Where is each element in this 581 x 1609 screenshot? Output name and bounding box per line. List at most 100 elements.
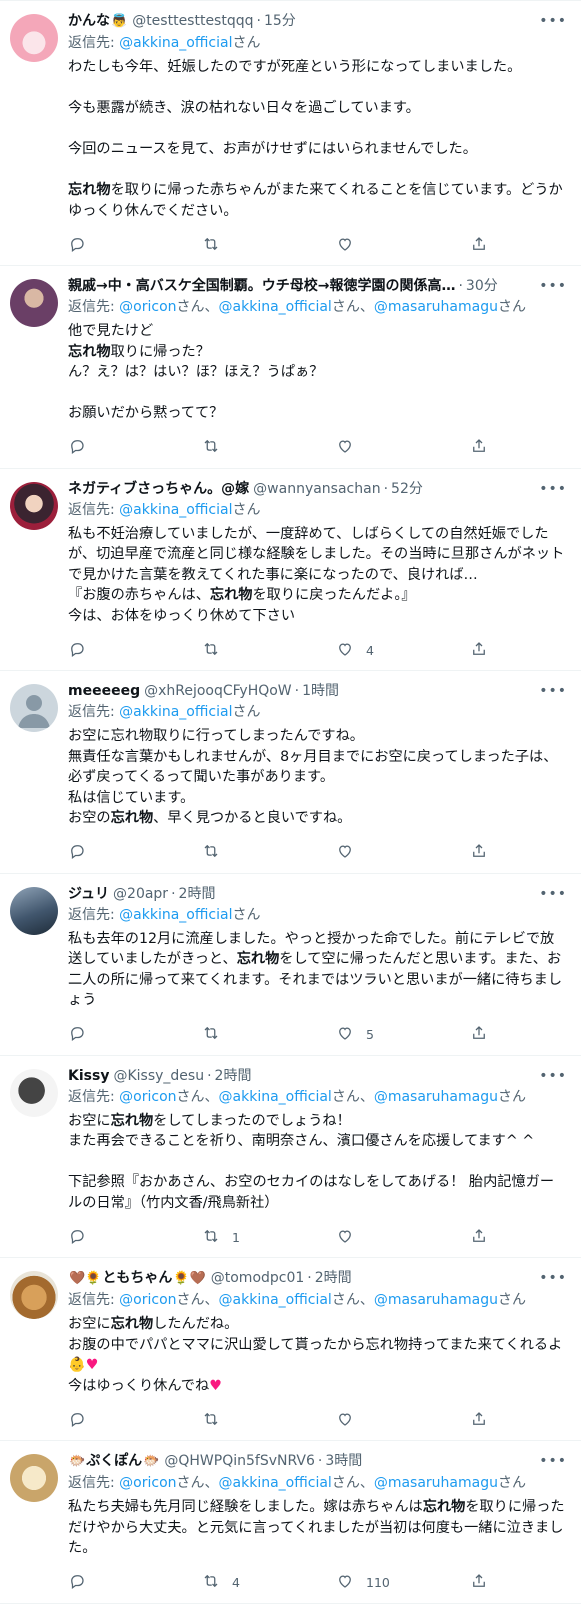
share-button[interactable] xyxy=(470,437,488,458)
tweet-text: お空に忘れ物取りに行ってしまったんですね。 無責任な言葉かもしれませんが、8ヶ月… xyxy=(68,726,567,829)
mention-link[interactable]: @akkina_official xyxy=(219,1089,332,1105)
tweet[interactable]: ジュリ @20apr · 2時間 ••• 返信先: @akkina_officialさん私… xyxy=(0,874,581,1056)
mention-link[interactable]: @masaruhamagu xyxy=(374,1292,498,1308)
like-button[interactable]: 5 xyxy=(336,1024,441,1045)
more-options-icon[interactable]: ••• xyxy=(539,1451,567,1471)
reply-button[interactable] xyxy=(68,842,173,863)
like-button[interactable] xyxy=(336,437,441,458)
mention-link[interactable]: @akkina_official xyxy=(219,299,332,315)
retweet-button[interactable] xyxy=(202,640,307,661)
author-handle[interactable]: @testtesttestqqq xyxy=(132,11,253,31)
author-name[interactable]: meeeeeg xyxy=(68,681,140,701)
author-name[interactable]: Kissy xyxy=(68,1066,109,1086)
reply-button[interactable] xyxy=(68,1024,173,1045)
avatar[interactable] xyxy=(10,481,58,530)
tweet-timestamp[interactable]: 2時間 xyxy=(179,884,216,904)
mention-link[interactable]: @akkina_official xyxy=(119,704,232,720)
like-button[interactable] xyxy=(336,235,441,256)
tweet-timestamp[interactable]: 2時間 xyxy=(215,1066,252,1086)
reply-button[interactable] xyxy=(68,1410,173,1431)
author-handle[interactable]: @Kissy_desu xyxy=(113,1066,204,1086)
avatar[interactable] xyxy=(10,1454,58,1502)
tweet[interactable]: 親戚→中・高バスケ全国制覇。ウチ母校→報徳学園の関係高… · 30分 ••• 返信先: … xyxy=(0,266,581,469)
reply-button[interactable] xyxy=(68,1227,173,1248)
tweet[interactable]: Kissy @Kissy_desu · 2時間 ••• 返信先: @oriconさん、@a… xyxy=(0,1056,581,1258)
more-options-icon[interactable]: ••• xyxy=(539,1066,567,1086)
tweet-actions xyxy=(68,1400,488,1440)
retweet-button[interactable] xyxy=(202,437,307,458)
more-options-icon[interactable]: ••• xyxy=(539,884,567,904)
mention-link[interactable]: @akkina_official xyxy=(219,1292,332,1308)
mention-link[interactable]: @oricon xyxy=(119,1475,176,1491)
retweet-button[interactable] xyxy=(202,842,307,863)
share-button[interactable] xyxy=(470,1227,488,1248)
author-name[interactable]: ぷくぽん xyxy=(86,1451,142,1471)
author-name[interactable]: ネガティブさっちゃん。@嫁 xyxy=(68,479,249,499)
reply-button[interactable] xyxy=(68,235,173,256)
mention-link[interactable]: @masaruhamagu xyxy=(374,1089,498,1105)
share-icon xyxy=(470,842,488,863)
avatar[interactable] xyxy=(10,886,58,935)
mention-link[interactable]: @akkina_official xyxy=(219,1475,332,1491)
retweet-button[interactable]: 4 xyxy=(202,1572,307,1593)
avatar[interactable] xyxy=(10,684,58,732)
share-button[interactable] xyxy=(470,842,488,863)
mention-link[interactable]: @akkina_official xyxy=(119,502,232,518)
more-options-icon[interactable]: ••• xyxy=(539,11,567,31)
author-handle[interactable]: @QHWPQin5fSvNRV6 xyxy=(164,1451,315,1471)
mention-link[interactable]: @oricon xyxy=(119,299,176,315)
mention-link[interactable]: @masaruhamagu xyxy=(374,299,498,315)
tweet-timestamp[interactable]: 52分 xyxy=(391,479,423,499)
mention-link[interactable]: @akkina_official xyxy=(119,907,232,923)
retweet-button[interactable]: 1 xyxy=(202,1227,307,1248)
like-button[interactable]: 4 xyxy=(336,640,441,661)
author-handle[interactable]: @20apr xyxy=(113,884,168,904)
avatar[interactable] xyxy=(10,1271,58,1319)
reply-button[interactable] xyxy=(68,437,173,458)
author-name[interactable]: 親戚→中・高バスケ全国制覇。ウチ母校→報徳学園の関係高… xyxy=(68,276,455,296)
reply-button[interactable] xyxy=(68,1572,173,1593)
share-button[interactable] xyxy=(470,1024,488,1045)
more-options-icon[interactable]: ••• xyxy=(539,479,567,499)
like-button[interactable]: 110 xyxy=(336,1572,441,1593)
author-handle[interactable]: @tomodpc01 xyxy=(211,1268,305,1288)
mention-link[interactable]: @oricon xyxy=(119,1292,176,1308)
share-button[interactable] xyxy=(470,1410,488,1431)
mention-link[interactable]: @akkina_official xyxy=(119,35,232,51)
avatar[interactable] xyxy=(10,279,58,327)
tweet-timestamp[interactable]: 15分 xyxy=(264,11,296,31)
tweet-timestamp[interactable]: 30分 xyxy=(466,276,498,296)
tweet[interactable]: 🤎🌻 ともちゃん 🌻🤎 @tomodpc01 · 2時間 ••• 返信先: @oriconさん… xyxy=(0,1258,581,1441)
like-button[interactable] xyxy=(336,842,441,863)
mention-link[interactable]: @oricon xyxy=(119,1089,176,1105)
avatar[interactable] xyxy=(10,14,58,62)
retweet-button[interactable] xyxy=(202,235,307,256)
tweet[interactable]: ネガティブさっちゃん。@嫁 @wannyansachan · 52分 ••• 返信先: @… xyxy=(0,469,581,671)
tweet-timestamp[interactable]: 1時間 xyxy=(302,681,339,701)
tweet[interactable]: meeeeeg @xhRejooqCFyHQoW · 1時間 ••• 返信先: @akki… xyxy=(0,671,581,874)
reply-button[interactable] xyxy=(68,640,173,661)
separator-dot: · xyxy=(207,1067,212,1084)
author-name[interactable]: かんな xyxy=(68,11,110,31)
share-button[interactable] xyxy=(470,235,488,256)
author-name[interactable]: ともちゃん xyxy=(102,1268,172,1288)
retweet-button[interactable] xyxy=(202,1024,307,1045)
share-button[interactable] xyxy=(470,640,488,661)
author-handle[interactable]: @xhRejooqCFyHQoW xyxy=(144,681,292,701)
author-handle[interactable]: @wannyansachan xyxy=(253,479,380,499)
avatar[interactable] xyxy=(10,1068,58,1117)
tweet[interactable]: 🐡 ぷくぽん 🐡 @QHWPQin5fSvNRV6 · 3時間 ••• 返信先: @orico… xyxy=(0,1441,581,1604)
like-button[interactable] xyxy=(336,1227,441,1248)
tweet-header: Kissy @Kissy_desu · 2時間 xyxy=(68,1066,567,1086)
tweet-timestamp[interactable]: 2時間 xyxy=(315,1268,352,1288)
tweet[interactable]: かんな 👼 @testtesttestqqq · 15分 ••• 返信先: @akkina_… xyxy=(0,1,581,266)
mention-link[interactable]: @masaruhamagu xyxy=(374,1475,498,1491)
more-options-icon[interactable]: ••• xyxy=(539,681,567,701)
more-options-icon[interactable]: ••• xyxy=(539,1268,567,1288)
author-name[interactable]: ジュリ xyxy=(68,884,109,904)
share-button[interactable] xyxy=(470,1572,488,1593)
like-button[interactable] xyxy=(336,1410,441,1431)
tweet-timestamp[interactable]: 3時間 xyxy=(325,1451,362,1471)
retweet-button[interactable] xyxy=(202,1410,307,1431)
more-options-icon[interactable]: ••• xyxy=(539,276,567,296)
